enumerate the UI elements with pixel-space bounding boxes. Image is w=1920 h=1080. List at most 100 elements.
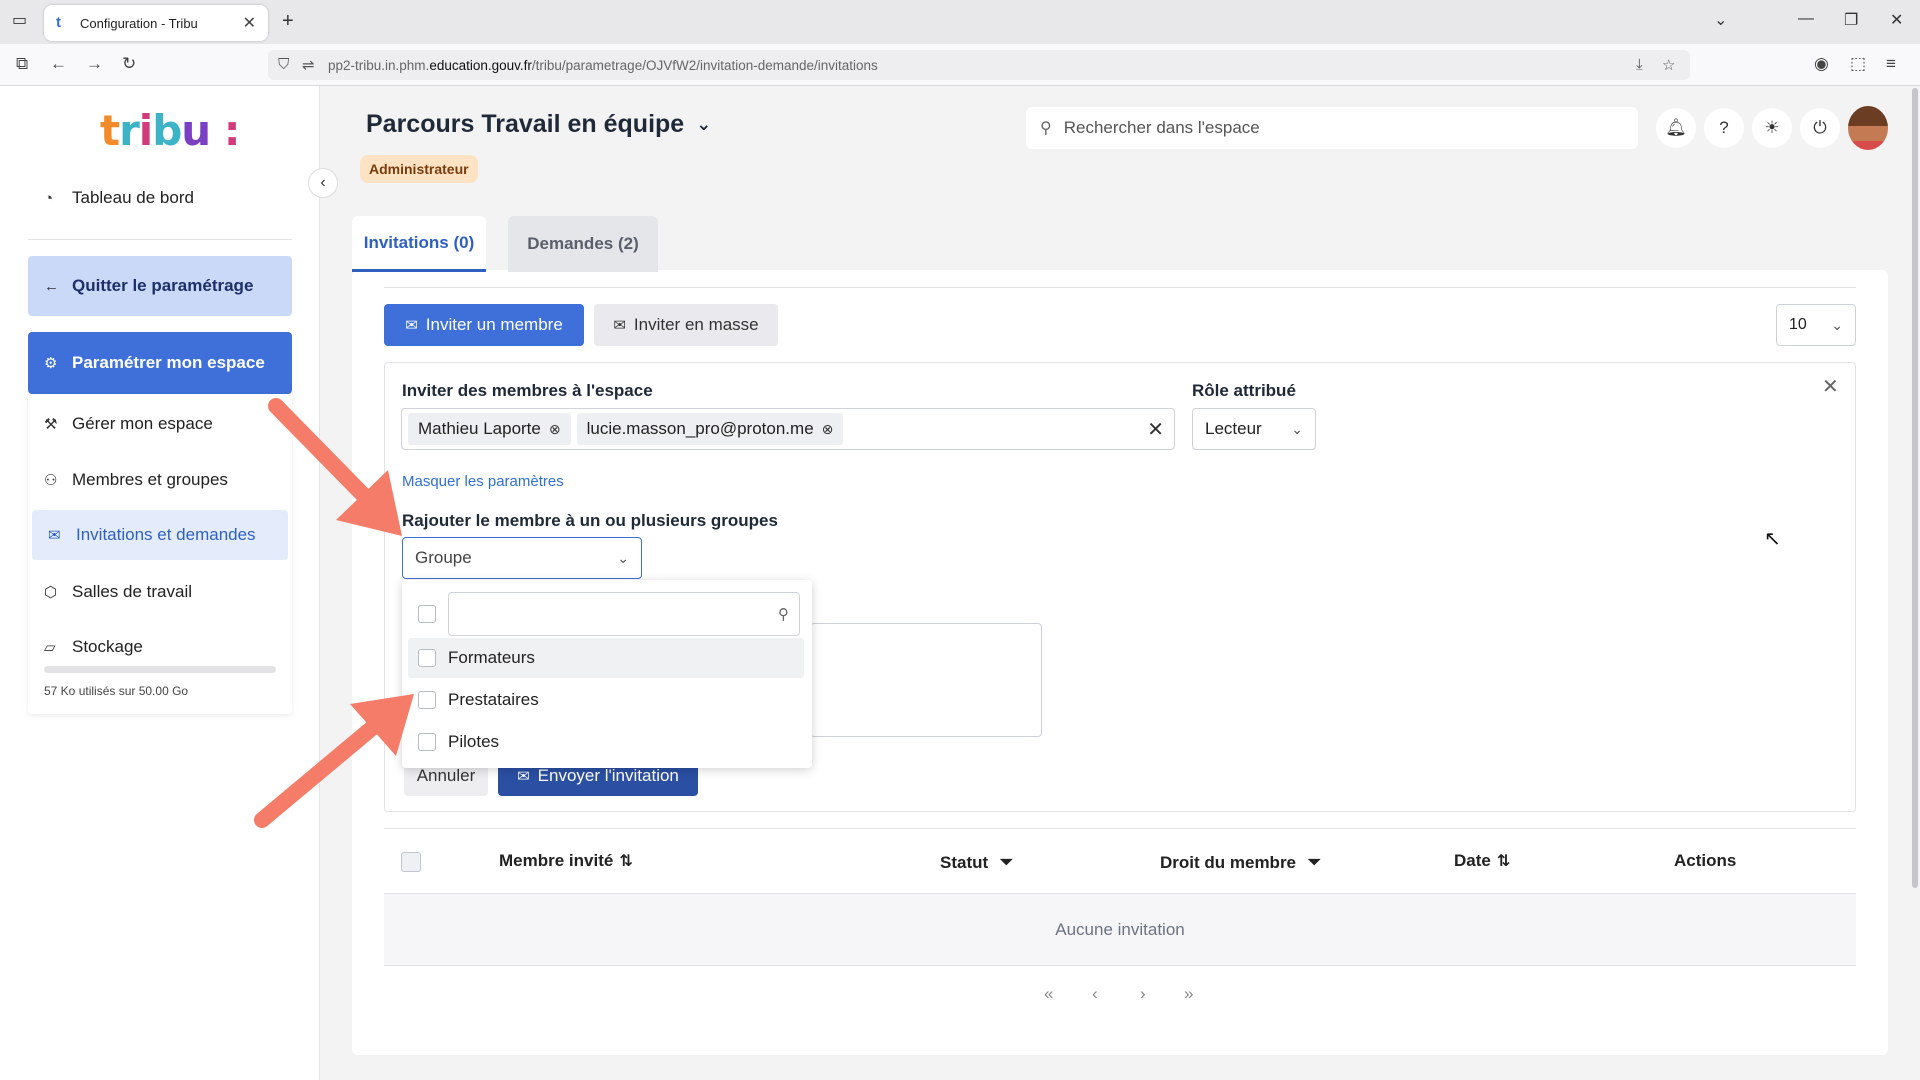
wrench-icon: ⚒ [44,416,58,433]
restore-icon[interactable]: ❐ [1844,10,1858,30]
envelope-icon: ✉ [517,768,530,785]
notifications-button[interactable]: 🔔︎ [1656,108,1696,148]
dropdown-header: ⚲ [418,592,800,636]
member-chip-label: Mathieu Laporte [418,419,541,438]
col-right-header[interactable]: Droit du membre ⏷ [1160,853,1321,873]
sort-icon[interactable]: ⇅ [1497,851,1510,871]
tab-invitations[interactable]: Invitations (0) [352,216,486,272]
collapse-sidebar-button[interactable]: ‹ [308,168,338,198]
option-checkbox[interactable] [418,733,436,751]
first-page-icon[interactable]: « [1044,984,1053,1004]
hide-params-link[interactable]: Masquer les paramètres [402,473,564,490]
sort-icon[interactable]: ⇅ [619,851,632,871]
select-all-rows-checkbox[interactable] [401,852,421,872]
prev-page-icon[interactable]: ‹ [1092,984,1098,1004]
col-status-header[interactable]: Statut ⏷ [940,853,1013,873]
group-option-prestataires[interactable]: Prestataires [408,680,804,720]
chevron-down-icon: ⌄ [617,549,629,566]
col-actions-label: Actions [1674,851,1737,870]
sidebar-item-dashboard[interactable]: ◔ Tableau de bord [28,173,292,223]
new-tab-icon[interactable]: + [282,10,294,33]
close-icon[interactable]: ✕ [1822,374,1839,399]
sidebar-item-label: Salles de travail [72,582,193,601]
help-button[interactable]: ? [1704,108,1744,148]
invite-member-button[interactable]: ✉ Inviter un membre [384,304,584,346]
theme-button[interactable]: ☀ [1752,108,1792,148]
sidebar-item-manage-space[interactable]: ⚒ Gérer mon espace [28,399,292,449]
url-bar[interactable]: ⛉ ⇌ pp2-tribu.in.phm. education.gouv.fr/t… [268,50,1690,80]
download-icon[interactable]: ⤓ [1636,56,1643,73]
empty-table-message: Aucune invitation [384,894,1856,966]
last-page-icon[interactable]: » [1184,984,1193,1004]
sidebar-item-invitations[interactable]: ✉ Invitations et demandes [32,510,288,560]
sidebar-item-workrooms[interactable]: ⬡ Salles de travail [28,567,292,617]
avatar[interactable] [1848,106,1888,150]
chevron-down-icon: ⌄ [696,114,712,134]
member-chip: Mathieu Laporte ⊗ [408,413,571,445]
groups-label: Rajouter le membre à un ou plusieurs gro… [402,511,778,530]
permissions-icon[interactable]: ⇌ [302,56,315,74]
rows-per-page-value: 10 [1789,316,1807,333]
quit-settings-button[interactable]: ← Quitter le paramétrage [28,256,292,316]
group-option-pilotes[interactable]: Pilotes [408,722,804,762]
search-icon: ⚲ [1040,120,1052,137]
users-icon: ⚇ [44,472,58,489]
remove-chip-icon[interactable]: ⊗ [549,421,561,438]
group-option-formateurs[interactable]: Formateurs [408,638,804,678]
members-chip-input[interactable]: Mathieu Laporte ⊗ lucie.masson_pro@proto… [401,408,1175,450]
configure-space-button[interactable]: ⚙ Paramétrer mon espace [28,332,292,394]
extensions-icon[interactable]: ⬚ [1850,54,1866,74]
quit-settings-label: Quitter le paramétrage [72,276,254,295]
invite-bulk-button[interactable]: ✉ Inviter en masse [594,304,778,346]
bookmark-star-icon[interactable]: ☆ [1662,56,1675,74]
role-select[interactable]: Lecteur ⌄ [1192,408,1316,450]
menu-icon[interactable]: ≡ [1886,54,1896,74]
option-checkbox[interactable] [418,649,436,667]
space-search-input[interactable]: ⚲ Rechercher dans l'espace [1026,107,1638,149]
forward-icon[interactable]: → [86,54,103,74]
message-textarea[interactable] [810,623,1042,737]
sidebar-item-storage[interactable]: ▱ Stockage [28,622,292,672]
browser-tab[interactable]: t Configuration - Tribu ✕ [44,5,268,41]
col-member-header[interactable]: Membre invité ⇅ [499,851,633,871]
group-select[interactable]: Groupe ⌄ [402,537,642,579]
invite-members-label: Inviter des membres à l'espace [402,381,653,400]
storage-progress-bar [44,666,276,673]
cube-icon: ⬡ [44,584,58,601]
reload-icon[interactable]: ↻ [122,54,136,74]
clear-all-icon[interactable]: ✕ [1147,417,1164,442]
gauge-icon: ◔ [44,189,54,207]
logout-button[interactable]: ⏻ [1800,108,1840,148]
table-header: Membre invité ⇅ Statut ⏷ Droit du membre ⏷ … [384,828,1856,894]
gear-icon: ⚙ [44,355,58,372]
tab-overflow-chevron-icon[interactable]: ⌄ [1714,10,1727,30]
sidebar-item-label: Stockage [72,637,143,656]
back-icon[interactable]: ← [50,54,67,74]
tab-list-icon[interactable]: ▭ [12,10,27,30]
sidebar-toggle-icon[interactable]: ⧉ [16,54,28,74]
window-close-icon[interactable]: ✕ [1890,10,1903,30]
filter-icon[interactable]: ⏷ [1308,854,1321,872]
rows-per-page-select[interactable]: 10 ⌄ [1776,304,1856,346]
remove-chip-icon[interactable]: ⊗ [822,421,834,438]
url-path: /tribu/parametrage/OJVfW2/invitation-dem… [531,57,878,73]
minimize-icon[interactable]: — [1798,10,1814,28]
envelope-icon: ✉ [48,527,61,544]
page-scrollbar[interactable] [1912,88,1918,888]
account-icon[interactable]: ◉ [1814,54,1829,74]
option-checkbox[interactable] [418,691,436,709]
group-search-input[interactable]: ⚲ [448,592,800,636]
sidebar-item-members-groups[interactable]: ⚇ Membres et groupes [28,455,292,505]
next-page-icon[interactable]: › [1140,984,1146,1004]
col-date-header[interactable]: Date ⇅ [1454,851,1510,871]
power-icon: ⏻ [1813,118,1827,137]
tribu-logo[interactable]: tribu : [100,106,241,155]
filter-icon[interactable]: ⏷ [1000,854,1013,872]
select-all-checkbox[interactable] [418,605,436,623]
sidebar-item-label: Membres et groupes [72,470,228,489]
help-icon: ? [1719,118,1729,137]
space-title-dropdown[interactable]: Parcours Travail en équipe ⌄ [366,110,711,139]
tab-requests[interactable]: Demandes (2) [508,216,658,272]
close-tab-icon[interactable]: ✕ [243,13,256,33]
chevron-down-icon: ⌄ [1831,316,1843,333]
